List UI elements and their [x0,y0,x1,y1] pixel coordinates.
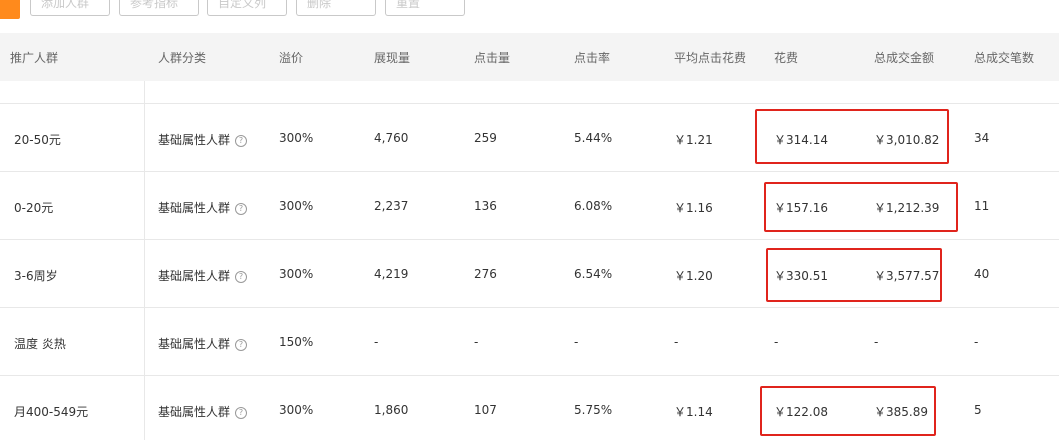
table-spacer-row [0,81,1059,104]
cell-clicks: 136 [474,199,497,213]
cell-category-label: 基础属性人群 [158,201,231,215]
question-icon[interactable]: ? [235,135,248,147]
cell-category-label: 基础属性人群 [158,405,231,419]
table-row: 月400-549元 基础属性人群? 300% 1,860 107 5.75% ￥… [0,376,1059,444]
column-header-impressions[interactable]: 展现量 [374,49,410,66]
toolbar-button-custom-columns[interactable]: 自定义列 [207,0,287,16]
cell-category: 基础属性人群? [158,131,248,148]
cell-ctr: 6.54% [574,267,613,281]
cell-orders: 5 [974,403,982,417]
cell-impressions: 1,860 [374,403,409,417]
cell-cpc: ￥1.20 [674,269,713,283]
cell-premium: 150% [279,335,314,349]
cell-premium: 300% [279,199,314,213]
column-header-ctr[interactable]: 点击率 [574,49,610,66]
cell-cpc: ￥1.14 [674,405,713,419]
table-row: 3-6周岁 基础属性人群? 300% 4,219 276 6.54% ￥1.20… [0,240,1059,308]
table-row: 20-50元 基础属性人群? 300% 4,760 259 5.44% ￥1.2… [0,104,1059,172]
column-divider [144,81,145,440]
toolbar: 添加人群 参考指标 自定义列 删除 重置 [0,0,1059,22]
cell-cost: ￥314.14 [774,133,828,147]
cell-ctr: 5.44% [574,131,613,145]
cell-cpc: - [674,335,679,349]
cell-category-label: 基础属性人群 [158,337,231,351]
cell-gmv: ￥1,212.39 [874,201,940,215]
toolbar-button-reset[interactable]: 重置 [385,0,465,16]
cell-category: 基础属性人群? [158,403,248,420]
cell-clicks: - [474,335,479,349]
column-header-gmv[interactable]: 总成交金额 [874,49,934,66]
toolbar-button-delete[interactable]: 删除 [296,0,376,16]
cell-clicks: 107 [474,403,497,417]
cell-category: 基础属性人群? [158,267,248,284]
cell-clicks: 276 [474,267,497,281]
cell-gmv: ￥3,577.57 [874,269,940,283]
table-row: 温度 炎热 基础属性人群? 150% - - - - - - - [0,308,1059,376]
question-icon[interactable]: ? [235,271,248,283]
cell-premium: 300% [279,131,314,145]
cell-crowd-name: 20-50元 [14,133,61,147]
cell-impressions: 4,219 [374,267,409,281]
cell-ctr: 6.08% [574,199,613,213]
cell-impressions: 4,760 [374,131,409,145]
cell-orders: 11 [974,199,990,213]
cell-ctr: - [574,335,579,349]
cell-ctr: 5.75% [574,403,613,417]
cell-crowd-name: 温度 炎热 [14,337,66,351]
toolbar-accent-tab[interactable] [0,0,20,19]
column-header-crowd[interactable]: 推广人群 [10,49,58,66]
cell-crowd-name: 月400-549元 [14,405,89,419]
cell-premium: 300% [279,403,314,417]
cell-gmv: ￥385.89 [874,405,928,419]
cell-cost: ￥122.08 [774,405,828,419]
cell-cpc: ￥1.21 [674,133,713,147]
cell-impressions: - [374,335,379,349]
column-header-cost[interactable]: 花费 [774,49,798,66]
table-row: 0-20元 基础属性人群? 300% 2,237 136 6.08% ￥1.16… [0,172,1059,240]
cell-impressions: 2,237 [374,199,409,213]
column-header-premium[interactable]: 溢价 [279,49,303,66]
cell-gmv: ￥3,010.82 [874,133,940,147]
cell-cost: ￥330.51 [774,269,828,283]
toolbar-button-add-crowd[interactable]: 添加人群 [30,0,110,16]
cell-clicks: 259 [474,131,497,145]
cell-crowd-name: 3-6周岁 [14,269,58,283]
question-icon[interactable]: ? [235,339,248,351]
cell-cost: - [774,335,779,349]
column-header-clicks[interactable]: 点击量 [474,49,510,66]
cell-category-label: 基础属性人群 [158,269,231,283]
column-header-category[interactable]: 人群分类 [158,49,206,66]
cell-gmv: - [874,335,879,349]
toolbar-button-reference-metrics[interactable]: 参考指标 [119,0,199,16]
cell-orders: 34 [974,131,990,145]
cell-category-label: 基础属性人群 [158,133,231,147]
question-icon[interactable]: ? [235,203,248,215]
cell-category: 基础属性人群? [158,199,248,216]
cell-crowd-name: 0-20元 [14,201,54,215]
cell-orders: 40 [974,267,990,281]
column-header-cpc[interactable]: 平均点击花费 [674,49,746,66]
question-icon[interactable]: ? [235,407,248,419]
cell-cost: ￥157.16 [774,201,828,215]
column-header-orders[interactable]: 总成交笔数 [974,49,1034,66]
cell-category: 基础属性人群? [158,335,248,352]
cell-orders: - [974,335,979,349]
cell-cpc: ￥1.16 [674,201,713,215]
cell-premium: 300% [279,267,314,281]
